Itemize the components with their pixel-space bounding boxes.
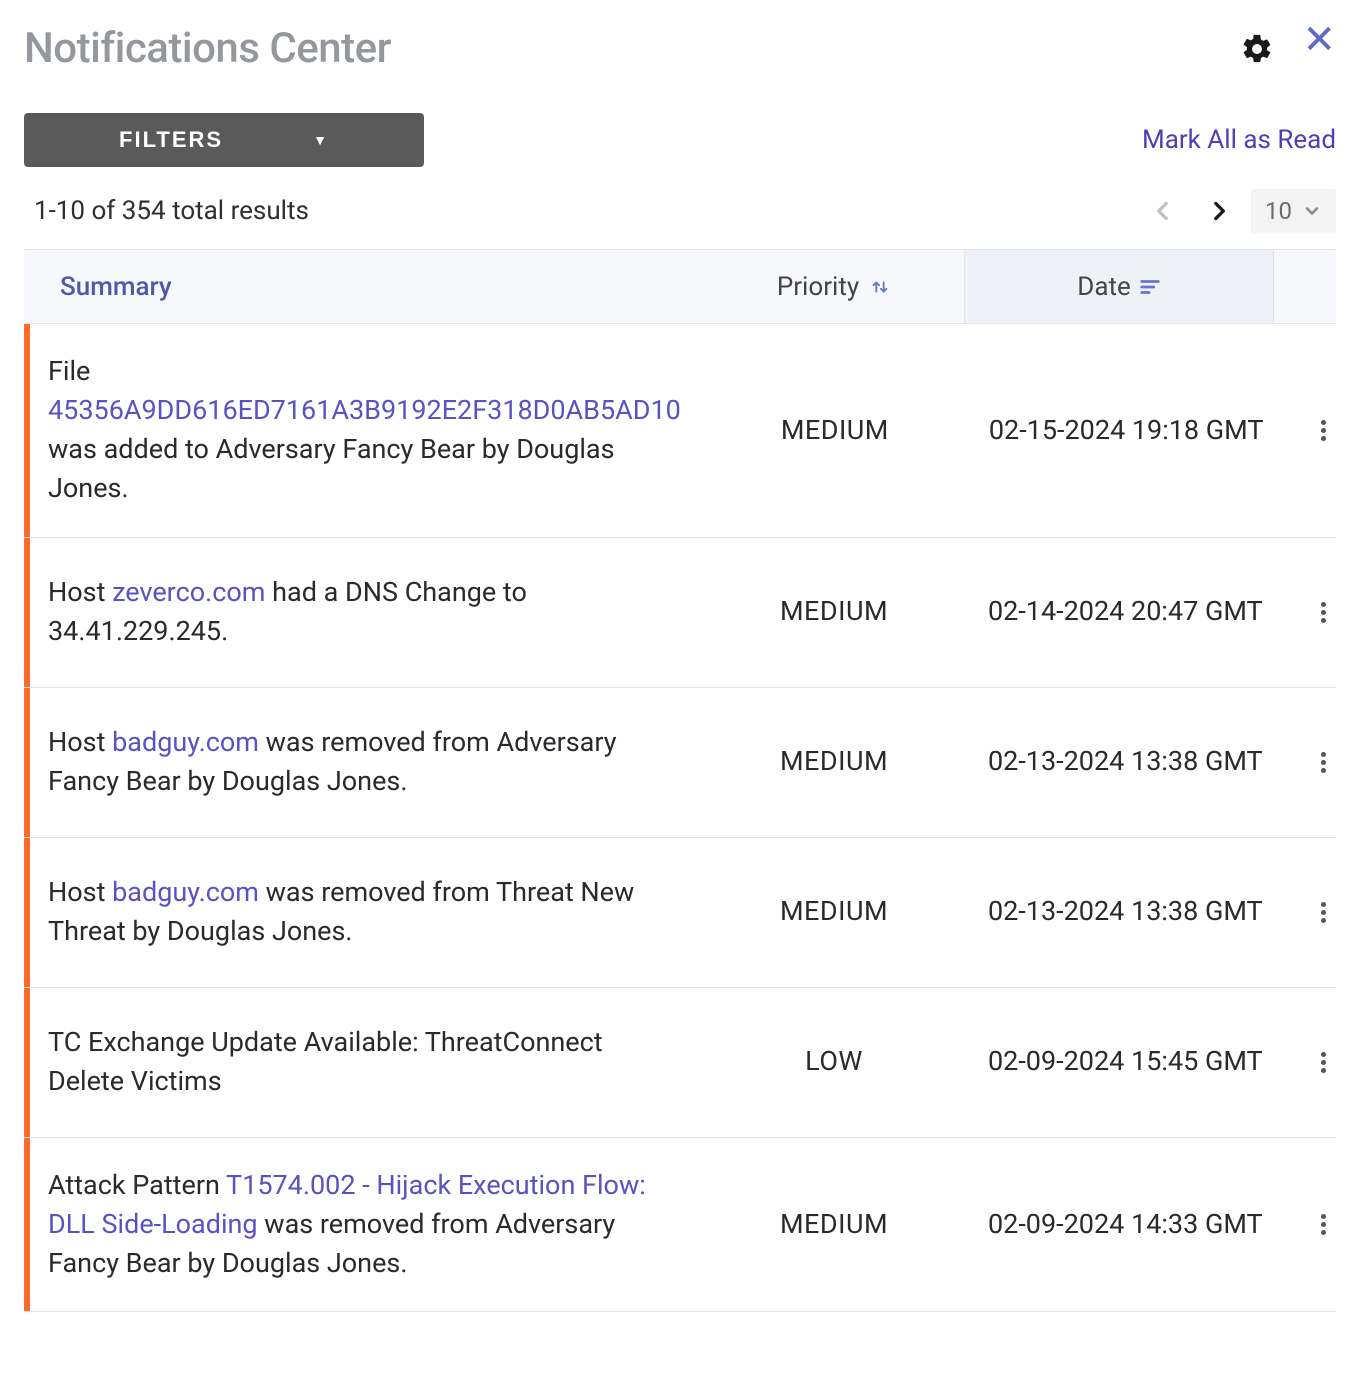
actions-cell	[1287, 838, 1360, 987]
date-cell: 02-14-2024 20:47 GMT	[964, 538, 1287, 687]
summary-fragment: Attack Pattern	[48, 1169, 226, 1201]
sort-updown-icon	[869, 276, 891, 298]
toolbar: FILTERS ▼ Mark All as Read	[24, 113, 1336, 167]
close-icon[interactable]: ✕	[1302, 20, 1336, 60]
priority-cell: MEDIUM	[704, 1138, 964, 1311]
date-cell: 02-13-2024 13:38 GMT	[964, 838, 1287, 987]
priority-cell: MEDIUM	[704, 538, 964, 687]
filters-label: FILTERS	[119, 127, 223, 153]
summary-fragment: Host	[48, 576, 112, 608]
page-title: Notifications Center	[24, 24, 391, 73]
date-cell: 02-13-2024 13:38 GMT	[964, 688, 1287, 837]
summary-cell: Host badguy.com was removed from Adversa…	[24, 688, 704, 837]
date-cell: 02-15-2024 19:18 GMT	[965, 324, 1288, 537]
priority-cell: MEDIUM	[704, 688, 964, 837]
table-body: File 45356A9DD616ED7161A3B9192E2F318D0AB…	[24, 324, 1336, 1312]
row-actions-menu-button[interactable]	[1311, 407, 1336, 454]
column-header-summary-label: Summary	[60, 272, 172, 302]
table-row: Attack Pattern T1574.002 - Hijack Execut…	[24, 1138, 1336, 1312]
summary-fragment: TC Exchange Update Available: ThreatConn…	[48, 1026, 603, 1097]
summary-cell: File 45356A9DD616ED7161A3B9192E2F318D0AB…	[24, 324, 705, 537]
column-header-summary[interactable]: Summary	[24, 250, 704, 323]
prev-page-button[interactable]	[1139, 187, 1187, 235]
next-page-button[interactable]	[1195, 187, 1243, 235]
summary-link[interactable]: badguy.com	[112, 726, 259, 758]
results-count: 1-10 of 354 total results	[34, 196, 309, 226]
summary-fragment: was added to Adversary Fancy Bear by Dou…	[48, 433, 615, 504]
summary-link[interactable]: zeverco.com	[112, 576, 265, 608]
table-row: Host badguy.com was removed from Threat …	[24, 838, 1336, 988]
row-actions-menu-button[interactable]	[1311, 589, 1336, 636]
actions-cell	[1287, 988, 1360, 1137]
header: Notifications Center ✕	[24, 24, 1336, 73]
pagination-bar: 1-10 of 354 total results 10	[24, 187, 1336, 235]
date-cell: 02-09-2024 15:45 GMT	[964, 988, 1287, 1137]
summary-link[interactable]: badguy.com	[112, 876, 259, 908]
summary-text: Host zeverco.com had a DNS Change to 34.…	[48, 573, 680, 651]
page-size-value: 10	[1265, 197, 1292, 225]
row-actions-menu-button[interactable]	[1311, 1039, 1336, 1086]
column-header-date-label: Date	[1077, 272, 1131, 302]
actions-cell	[1287, 1138, 1360, 1311]
filters-button[interactable]: FILTERS ▼	[24, 113, 424, 167]
summary-cell: Host badguy.com was removed from Threat …	[24, 838, 704, 987]
row-actions-menu-button[interactable]	[1311, 889, 1336, 936]
page-size-select[interactable]: 10	[1251, 189, 1336, 233]
summary-text: TC Exchange Update Available: ThreatConn…	[48, 1023, 680, 1101]
summary-cell: Host zeverco.com had a DNS Change to 34.…	[24, 538, 704, 687]
summary-text: Host badguy.com was removed from Adversa…	[48, 723, 680, 801]
header-actions: ✕	[1240, 32, 1336, 66]
row-actions-menu-button[interactable]	[1311, 1201, 1336, 1248]
table-row: File 45356A9DD616ED7161A3B9192E2F318D0AB…	[24, 324, 1336, 538]
actions-cell	[1287, 538, 1360, 687]
summary-cell: TC Exchange Update Available: ThreatConn…	[24, 988, 704, 1137]
summary-text: File 45356A9DD616ED7161A3B9192E2F318D0AB…	[48, 352, 681, 509]
summary-fragment: Host	[48, 726, 112, 758]
summary-cell: Attack Pattern T1574.002 - Hijack Execut…	[24, 1138, 704, 1311]
row-actions-menu-button[interactable]	[1311, 739, 1336, 786]
column-header-date[interactable]: Date	[964, 250, 1274, 323]
summary-text: Attack Pattern T1574.002 - Hijack Execut…	[48, 1166, 680, 1283]
notifications-table: Summary Priority Date File 45356A	[24, 249, 1336, 1312]
table-row: TC Exchange Update Available: ThreatConn…	[24, 988, 1336, 1138]
column-header-priority[interactable]: Priority	[704, 250, 964, 323]
actions-cell	[1287, 688, 1360, 837]
column-header-priority-label: Priority	[777, 272, 859, 302]
summary-text: Host badguy.com was removed from Threat …	[48, 873, 680, 951]
gear-icon[interactable]	[1240, 32, 1274, 66]
caret-down-icon: ▼	[313, 132, 329, 148]
summary-fragment: Host	[48, 876, 112, 908]
pager: 10	[1139, 187, 1336, 235]
table-row: Host badguy.com was removed from Adversa…	[24, 688, 1336, 838]
actions-cell	[1287, 324, 1360, 537]
date-cell: 02-09-2024 14:33 GMT	[964, 1138, 1287, 1311]
priority-cell: LOW	[704, 988, 964, 1137]
priority-cell: MEDIUM	[704, 838, 964, 987]
table-header: Summary Priority Date	[24, 250, 1336, 324]
mark-all-as-read-link[interactable]: Mark All as Read	[1142, 125, 1336, 155]
priority-cell: MEDIUM	[705, 324, 965, 537]
summary-link[interactable]: 45356A9DD616ED7161A3B9192E2F318D0AB5AD10	[48, 394, 681, 426]
summary-fragment: File	[48, 355, 90, 387]
table-row: Host zeverco.com had a DNS Change to 34.…	[24, 538, 1336, 688]
column-header-actions	[1274, 250, 1336, 323]
sort-desc-icon	[1139, 277, 1161, 297]
chevron-down-icon	[1302, 201, 1322, 221]
